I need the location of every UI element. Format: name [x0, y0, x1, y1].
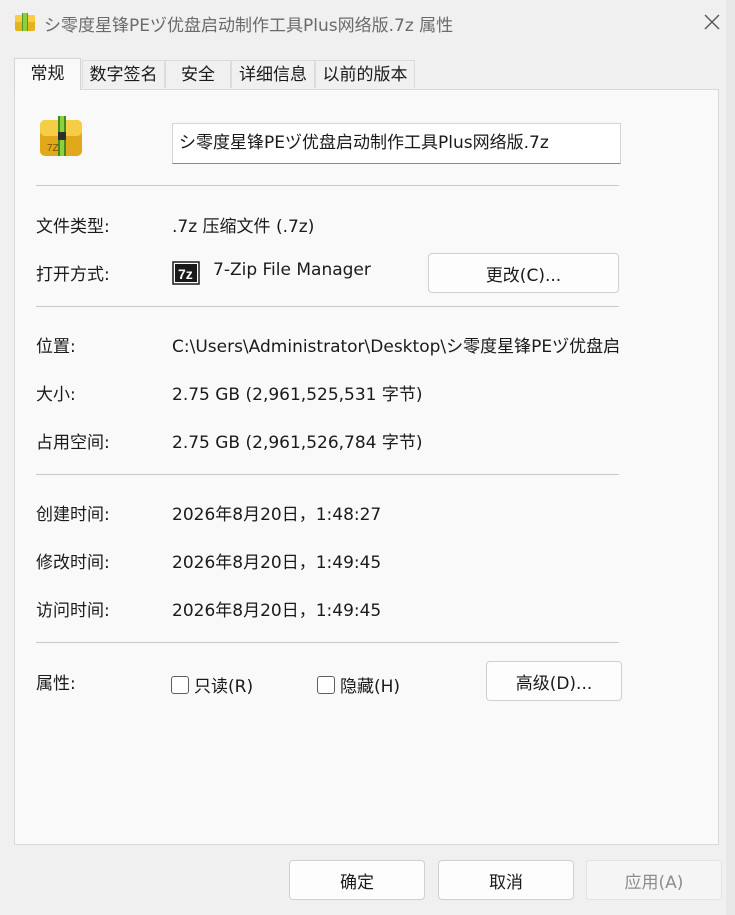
- advanced-button[interactable]: 高级(D)...: [486, 661, 622, 701]
- size-on-disk-label: 占用空间:: [36, 433, 110, 453]
- modified-label: 修改时间:: [36, 553, 110, 573]
- open-with-value: 7-Zip File Manager: [213, 260, 371, 280]
- hidden-checkbox-box[interactable]: [317, 675, 335, 694]
- size-value: 2.75 GB (2,961,525,531 字节): [172, 385, 423, 405]
- file-type-label: 文件类型:: [36, 217, 110, 237]
- change-button[interactable]: 更改(C)...: [428, 253, 619, 293]
- attributes-label: 属性:: [36, 674, 76, 694]
- close-icon: [704, 14, 720, 30]
- archive-icon: [15, 13, 35, 31]
- file-type-value: .7z 压缩文件 (.7z): [172, 217, 315, 237]
- readonly-checkbox[interactable]: 只读(R): [171, 672, 253, 697]
- tab-security[interactable]: 安全: [165, 60, 231, 88]
- apply-button[interactable]: 应用(A): [586, 860, 722, 900]
- 7zip-app-icon: 7z: [172, 261, 200, 285]
- size-on-disk-value: 2.75 GB (2,961,526,784 字节): [172, 433, 423, 453]
- location-value[interactable]: C:\Users\Administrator\Desktop\シ零度星锋PEヅ优…: [172, 332, 623, 357]
- created-value: 2026年8月20日，1:48:27: [172, 505, 382, 525]
- hidden-checkbox-label[interactable]: 隐藏(H): [340, 672, 400, 697]
- close-button[interactable]: [689, 0, 735, 44]
- location-label: 位置:: [36, 337, 76, 357]
- svg-text:7z: 7z: [178, 266, 193, 282]
- title-bar: シ零度星锋PEヅ优盘启动制作工具Plus网络版.7z 属性: [0, 0, 735, 46]
- divider: [36, 642, 619, 643]
- size-label: 大小:: [36, 385, 76, 405]
- background-window-edge: [726, 0, 735, 915]
- divider: [36, 306, 619, 307]
- tab-general[interactable]: 常规: [14, 58, 81, 90]
- tab-digital-signatures[interactable]: 数字签名: [82, 60, 165, 88]
- readonly-checkbox-box[interactable]: [171, 675, 189, 694]
- open-with-label: 打开方式:: [36, 265, 110, 285]
- tab-previous-versions[interactable]: 以前的版本: [315, 60, 415, 88]
- created-label: 创建时间:: [36, 505, 110, 525]
- svg-text:7Z: 7Z: [47, 143, 59, 154]
- modified-value: 2026年8月20日，1:49:45: [172, 553, 382, 573]
- archive-file-icon: 7Z: [40, 116, 82, 156]
- accessed-label: 访问时间:: [36, 601, 110, 621]
- readonly-checkbox-label[interactable]: 只读(R): [194, 672, 253, 697]
- divider: [36, 185, 619, 186]
- divider: [36, 474, 619, 475]
- accessed-value: 2026年8月20日，1:49:45: [172, 601, 382, 621]
- ok-button[interactable]: 确定: [289, 860, 425, 900]
- general-panel: [14, 89, 719, 845]
- hidden-checkbox[interactable]: 隐藏(H): [317, 672, 400, 697]
- window-title: シ零度星锋PEヅ优盘启动制作工具Plus网络版.7z 属性: [44, 16, 454, 36]
- file-name-field[interactable]: シ零度星锋PEヅ优盘启动制作工具Plus网络版.7z: [172, 123, 621, 164]
- cancel-button[interactable]: 取消: [438, 860, 574, 900]
- tab-details[interactable]: 详细信息: [231, 60, 315, 88]
